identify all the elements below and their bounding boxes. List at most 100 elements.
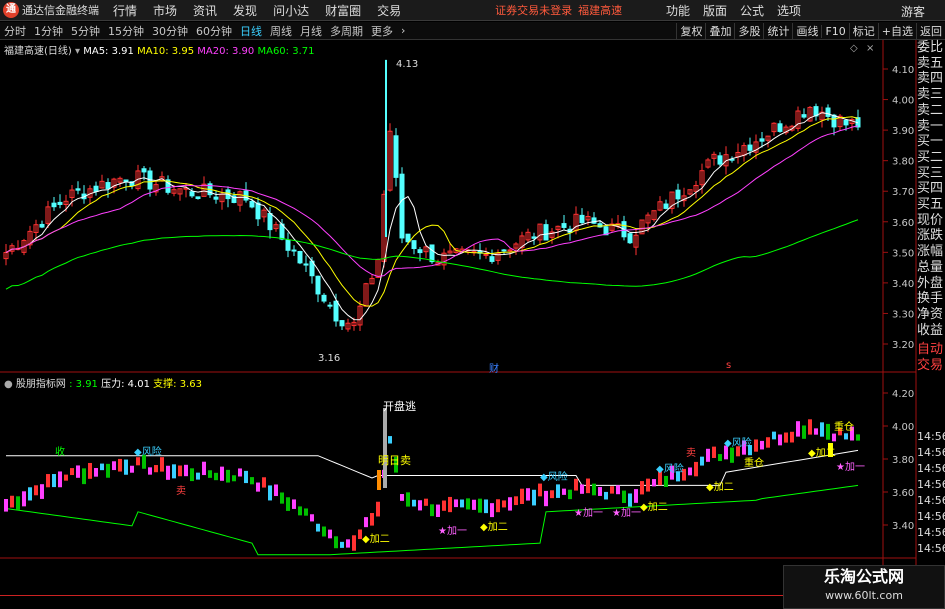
tool-statistics[interactable]: 统计 xyxy=(763,23,792,39)
price-tick-label: 4.10 xyxy=(892,65,914,76)
menu-quotes[interactable]: 行情 xyxy=(113,2,137,19)
tool-restore-rights[interactable]: 复权 xyxy=(676,23,705,39)
sidebar-item-turnover[interactable]: 换手 xyxy=(917,291,945,307)
period-timeshare[interactable]: 分时 xyxy=(4,23,26,39)
candle-body xyxy=(801,114,807,118)
candle-body xyxy=(819,111,825,121)
candle-body xyxy=(57,201,63,205)
candle-body xyxy=(747,144,753,151)
sidebar-item-sell3[interactable]: 卖三 xyxy=(917,87,945,103)
open-escape-label: 开盘逃 xyxy=(383,400,416,413)
sidebar-item-change[interactable]: 涨跌 xyxy=(917,228,945,244)
menu-wealth[interactable]: 财富圈 xyxy=(325,2,361,19)
period-30min[interactable]: 30分钟 xyxy=(152,23,188,39)
sidebar-item-buy1[interactable]: 买一 xyxy=(917,134,945,150)
candle-body xyxy=(393,135,399,178)
indicator-support: 支撑: 3.63 xyxy=(153,379,202,390)
period-5min[interactable]: 5分钟 xyxy=(71,23,100,39)
sidebar-item-weibi[interactable]: 委比 xyxy=(917,40,945,56)
period-weekly[interactable]: 周线 xyxy=(270,23,292,39)
tool-add-watchlist[interactable]: +自选 xyxy=(877,23,916,39)
guest-label[interactable]: 游客 xyxy=(901,3,925,20)
sell-label: 卖 xyxy=(176,485,186,497)
menu-market[interactable]: 市场 xyxy=(153,2,177,19)
candle-body xyxy=(573,213,579,232)
sidebar-item-pct[interactable]: 涨幅 xyxy=(917,244,945,260)
indicator-bar xyxy=(388,436,392,444)
indicator-bar xyxy=(46,474,50,488)
dropdown-icon[interactable]: ▾ xyxy=(75,46,80,57)
candle-body xyxy=(687,189,693,195)
add1-label: ★加一 xyxy=(438,525,467,537)
candle-body xyxy=(129,181,135,187)
candle-body xyxy=(273,224,279,230)
tool-multi-stock[interactable]: 多股 xyxy=(734,23,763,39)
period-60min[interactable]: 60分钟 xyxy=(196,23,232,39)
price-tick-label: 3.30 xyxy=(892,309,914,320)
sidebar-item-buy2[interactable]: 买二 xyxy=(917,150,945,166)
sidebar-item-buy5[interactable]: 买五 xyxy=(917,197,945,213)
menu-discover[interactable]: 发现 xyxy=(233,2,257,19)
tool-overlay[interactable]: 叠加 xyxy=(705,23,734,39)
sidebar-item-volume[interactable]: 总量 xyxy=(917,260,945,276)
period-multi[interactable]: 多周期 xyxy=(330,23,363,39)
period-daily[interactable]: 日线 xyxy=(240,23,262,39)
candle-body xyxy=(9,245,15,252)
sidebar-item-sell4[interactable]: 卖四 xyxy=(917,71,945,87)
financial-marker[interactable]: 财 xyxy=(489,360,499,375)
indicator-bar xyxy=(640,481,644,495)
menu-function[interactable]: 功能 xyxy=(666,2,690,19)
indicator-bar xyxy=(616,485,620,495)
indicator-bar xyxy=(328,529,332,539)
indicator-bar xyxy=(604,491,608,500)
tool-draw-line[interactable]: 画线 xyxy=(792,23,821,39)
candle-body xyxy=(693,184,699,192)
chart-title[interactable]: 福建高速(日线) xyxy=(4,46,72,57)
trade-login-notice[interactable]: 证券交易未登录 xyxy=(495,2,572,18)
sidebar-item-sell2[interactable]: 卖二 xyxy=(917,103,945,119)
period-more[interactable]: 更多 xyxy=(371,23,393,39)
period-monthly[interactable]: 月线 xyxy=(300,23,322,39)
indicator-bar xyxy=(856,434,860,441)
chevron-right-icon[interactable]: › xyxy=(401,24,405,37)
indicator-bar xyxy=(130,465,134,473)
menu-ask[interactable]: 问小达 xyxy=(273,2,309,19)
sidebar-item-auto[interactable]: 自动 xyxy=(917,342,945,358)
sidebar-item-sell1[interactable]: 卖一 xyxy=(917,119,945,135)
menu-news[interactable]: 资讯 xyxy=(193,2,217,19)
stock-name-notice: 福建高速 xyxy=(578,4,623,17)
kline-chart[interactable]: ◇ × 4.10 4.00 3.90 3.80 3.70 3.60 3.50 3.40 3.30… xyxy=(0,0,945,609)
sidebar-item-buy3[interactable]: 买三 xyxy=(917,166,945,182)
menu-trade[interactable]: 交易 xyxy=(377,2,401,19)
sidebar-item-price[interactable]: 现价 xyxy=(917,213,945,229)
tool-back[interactable]: 返回 xyxy=(916,23,945,39)
candle-body xyxy=(795,110,801,129)
menu-layout[interactable]: 版面 xyxy=(703,2,727,19)
candle-body xyxy=(255,202,261,220)
period-15min[interactable]: 15分钟 xyxy=(108,23,144,39)
sidebar-item-trade[interactable]: 交易 xyxy=(917,358,945,374)
candle-body xyxy=(561,223,567,228)
sidebar-item-income[interactable]: 收益 xyxy=(917,323,945,339)
period-1min[interactable]: 1分钟 xyxy=(34,23,63,39)
sidebar-item-sell5[interactable]: 卖五 xyxy=(917,56,945,72)
sidebar-item-netasset[interactable]: 净资 xyxy=(917,307,945,323)
settings-circle-icon[interactable]: ● xyxy=(4,379,13,390)
tool-f10[interactable]: F10 xyxy=(821,24,848,38)
indicator-bar xyxy=(376,501,380,517)
indicator-name[interactable]: 股朋指标网 xyxy=(16,379,66,390)
indicator-bar xyxy=(628,493,632,507)
candle-body xyxy=(603,226,609,236)
s-marker[interactable]: s xyxy=(726,360,731,371)
indicator-bar xyxy=(784,432,788,443)
indicator-bar xyxy=(178,465,182,477)
candle-body xyxy=(165,179,171,193)
indicator-bar xyxy=(700,456,704,466)
sidebar-item-outer[interactable]: 外盘 xyxy=(917,276,945,292)
candle-body xyxy=(777,123,783,132)
candle-body xyxy=(729,158,735,161)
menu-formula[interactable]: 公式 xyxy=(740,2,764,19)
tool-mark[interactable]: 标记 xyxy=(848,23,878,39)
menu-options[interactable]: 选项 xyxy=(777,2,801,19)
sidebar-item-buy4[interactable]: 买四 xyxy=(917,181,945,197)
